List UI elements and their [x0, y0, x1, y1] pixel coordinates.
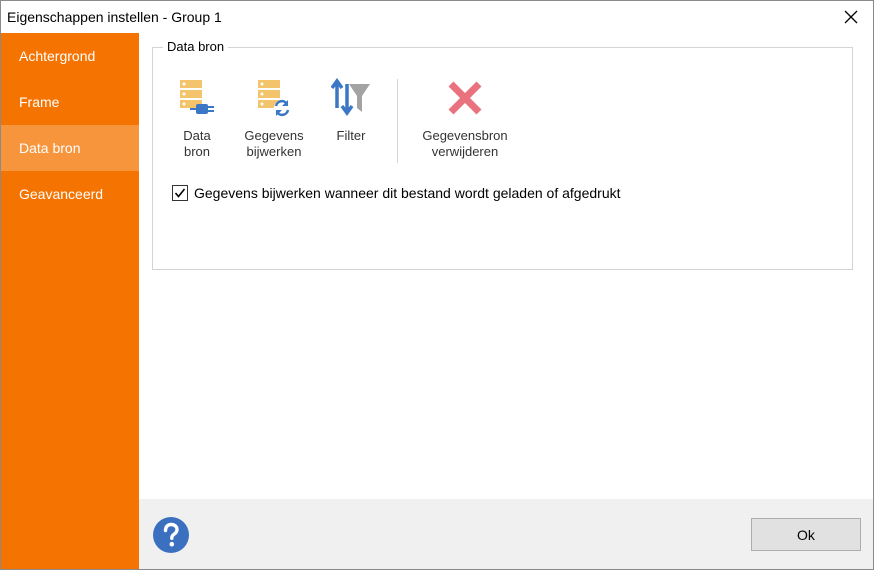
toolbar-divider	[397, 79, 398, 163]
help-button[interactable]	[153, 517, 189, 553]
filter-funnel-icon	[331, 78, 370, 117]
sidebar-item-label: Data bron	[19, 140, 81, 156]
remove-x-icon	[448, 81, 482, 115]
remove-data-source-button[interactable]: Gegevensbron verwijderen	[415, 78, 515, 160]
data-refresh-icon	[258, 80, 290, 117]
sidebar-item-achtergrond[interactable]: Achtergrond	[1, 33, 139, 79]
remove-data-source-label-line2: verwijderen	[431, 144, 499, 159]
data-source-plug-icon	[180, 80, 214, 114]
refresh-on-load-label: Gegevens bijwerken wanneer dit bestand w…	[194, 185, 621, 201]
close-button[interactable]	[829, 1, 873, 33]
ok-button[interactable]: Ok	[751, 518, 861, 551]
title-bar: Eigenschappen instellen - Group 1	[1, 1, 873, 33]
sidebar: Achtergrond Frame Data bron Geavanceerd	[1, 33, 139, 569]
refresh-data-button[interactable]: Gegevens bijwerken	[237, 78, 311, 160]
refresh-on-load-checkbox[interactable]	[172, 185, 188, 201]
refresh-on-load-option[interactable]: Gegevens bijwerken wanneer dit bestand w…	[172, 185, 621, 201]
help-question-icon	[153, 517, 189, 553]
remove-data-source-label-line1: Gegevensbron	[422, 128, 508, 143]
sidebar-item-geavanceerd[interactable]: Geavanceerd	[1, 171, 139, 217]
filter-button[interactable]: Filter	[325, 78, 377, 144]
data-source-button[interactable]: Data bron	[169, 78, 225, 160]
close-icon	[844, 10, 858, 24]
sidebar-item-label: Geavanceerd	[19, 186, 104, 202]
refresh-data-label-line2: bijwerken	[246, 144, 302, 159]
group-title: Data bron	[163, 39, 229, 54]
refresh-data-label-line1: Gegevens	[244, 128, 304, 143]
sidebar-item-frame[interactable]: Frame	[1, 79, 139, 125]
dialog-window: Eigenschappen instellen - Group 1 Achter…	[0, 0, 874, 570]
sidebar-item-label: Frame	[19, 94, 60, 110]
data-source-group: Data bron Data bron Gegevens bijwerken F…	[152, 39, 853, 270]
sidebar-item-label: Achtergrond	[19, 48, 96, 64]
footer-bar: Ok	[139, 499, 873, 569]
data-source-label-line2: bron	[183, 144, 211, 159]
data-source-label-line1: Data	[183, 128, 211, 143]
filter-label: Filter	[336, 128, 366, 143]
sidebar-item-data-bron[interactable]: Data bron	[1, 125, 139, 171]
window-title: Eigenschappen instellen - Group 1	[7, 9, 222, 25]
checkmark-icon	[174, 188, 186, 198]
content-panel: Data bron Data bron Gegevens bijwerken F…	[139, 33, 873, 499]
